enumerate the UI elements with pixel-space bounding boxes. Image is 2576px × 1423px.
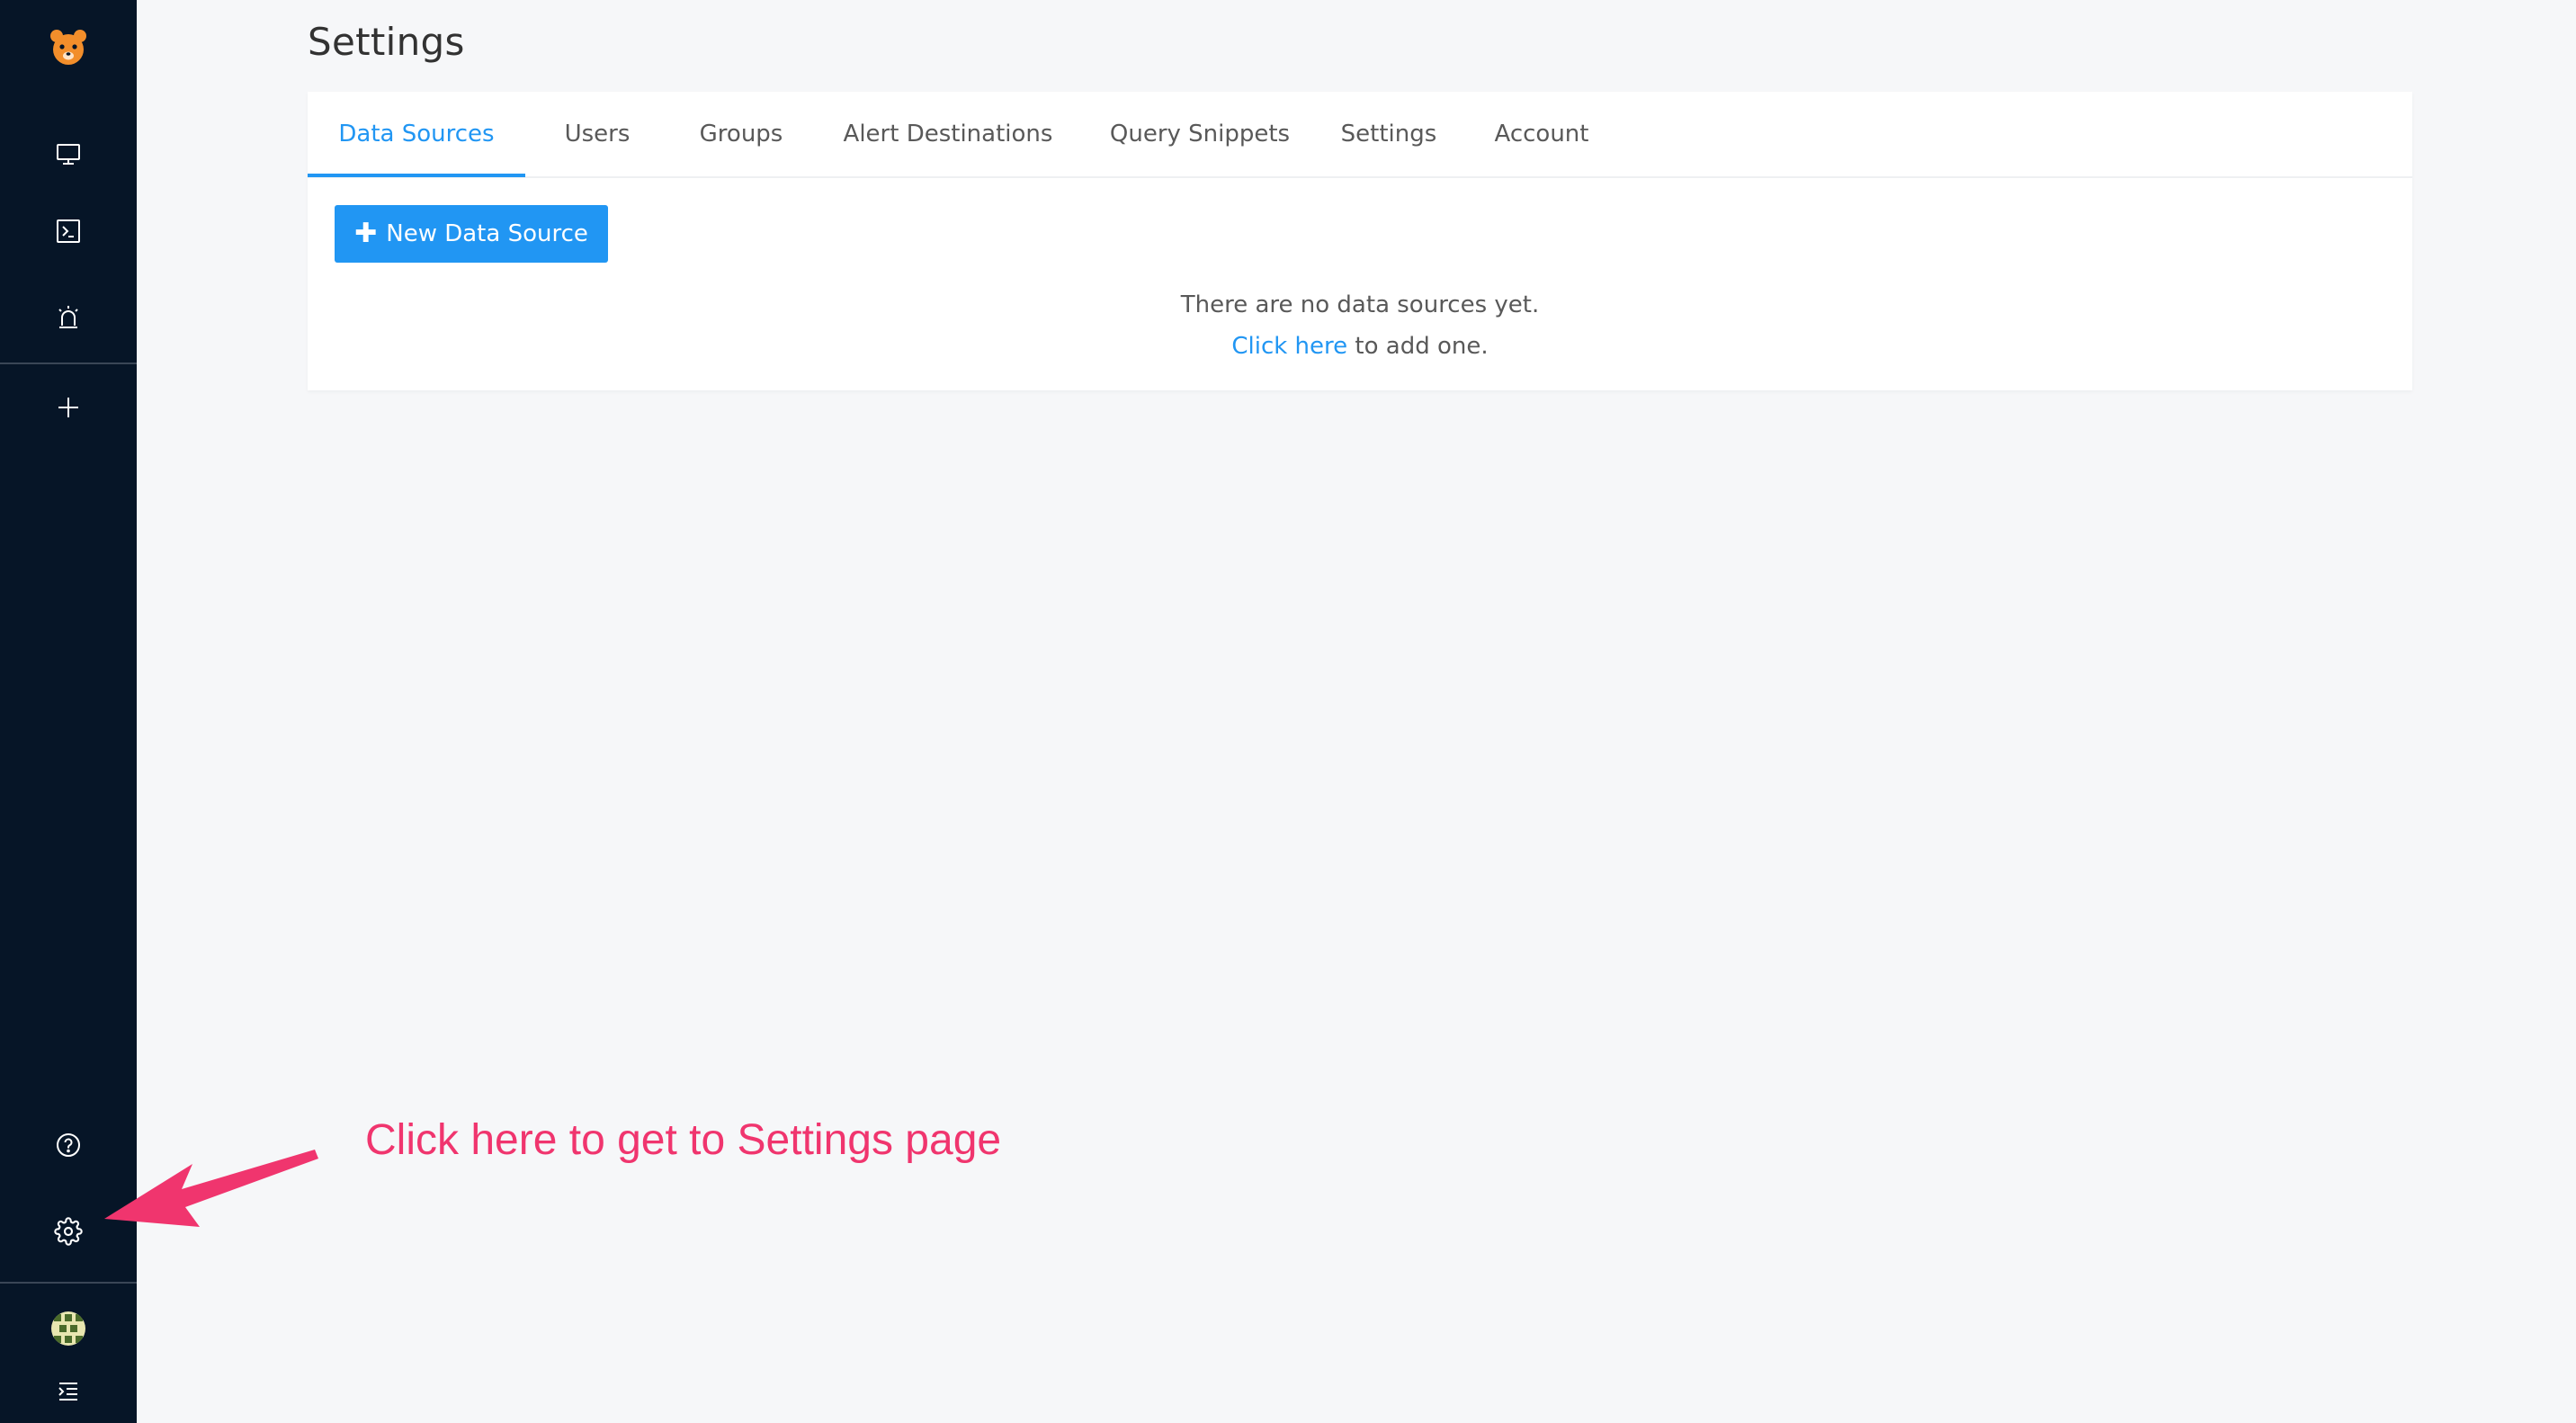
add-one-suffix: to add one. bbox=[1347, 333, 1489, 360]
empty-message: There are no data sources yet. bbox=[1180, 291, 1540, 318]
settings-panel: Data Sources Users Groups Alert Destinat… bbox=[308, 92, 2412, 390]
sidebar-divider-bottom bbox=[0, 1282, 137, 1284]
plus-icon bbox=[58, 398, 78, 417]
tab-groups[interactable]: Groups bbox=[669, 92, 813, 176]
tab-account[interactable]: Account bbox=[1461, 92, 1623, 176]
new-data-source-button[interactable]: ✚ New Data Source bbox=[335, 205, 608, 263]
create-button[interactable] bbox=[0, 369, 137, 446]
annotation-text: Click here to get to Settings page bbox=[365, 1116, 1002, 1164]
main-content: Settings Data Sources Users Groups Alert… bbox=[137, 0, 2576, 1423]
logo-link[interactable] bbox=[0, 9, 137, 86]
tab-data-sources[interactable]: Data Sources bbox=[308, 92, 525, 176]
settings-tabs: Data Sources Users Groups Alert Destinat… bbox=[308, 92, 2412, 178]
gear-icon bbox=[54, 1217, 83, 1246]
question-circle-icon bbox=[57, 1133, 80, 1157]
active-tab-indicator bbox=[308, 174, 525, 177]
profile-button[interactable] bbox=[0, 1290, 137, 1367]
alarm-icon bbox=[58, 306, 78, 328]
monitor-icon bbox=[57, 144, 80, 165]
nav-dashboards[interactable] bbox=[0, 115, 137, 192]
add-one-line: Click here to add one. bbox=[308, 333, 2412, 360]
new-data-source-label: New Data Source bbox=[386, 220, 588, 247]
nav-queries[interactable] bbox=[0, 192, 137, 270]
click-here-link[interactable]: Click here bbox=[1231, 333, 1347, 360]
tab-query-snippets[interactable]: Query Snippets bbox=[1083, 92, 1317, 176]
sidebar-divider bbox=[0, 362, 137, 364]
plus-icon: ✚ bbox=[354, 218, 378, 249]
redash-logo-icon bbox=[50, 30, 86, 65]
menu-unfold-icon bbox=[58, 1383, 77, 1401]
tab-users[interactable]: Users bbox=[525, 92, 669, 176]
tab-settings[interactable]: Settings bbox=[1317, 92, 1461, 176]
collapse-sidebar-button[interactable] bbox=[0, 1360, 137, 1423]
avatar bbox=[51, 1311, 85, 1346]
page-title: Settings bbox=[308, 20, 465, 64]
terminal-icon bbox=[57, 219, 80, 243]
annotation-arrow-icon bbox=[104, 1150, 318, 1227]
tab-alert-destinations[interactable]: Alert Destinations bbox=[813, 92, 1083, 176]
nav-alerts[interactable] bbox=[0, 279, 137, 356]
